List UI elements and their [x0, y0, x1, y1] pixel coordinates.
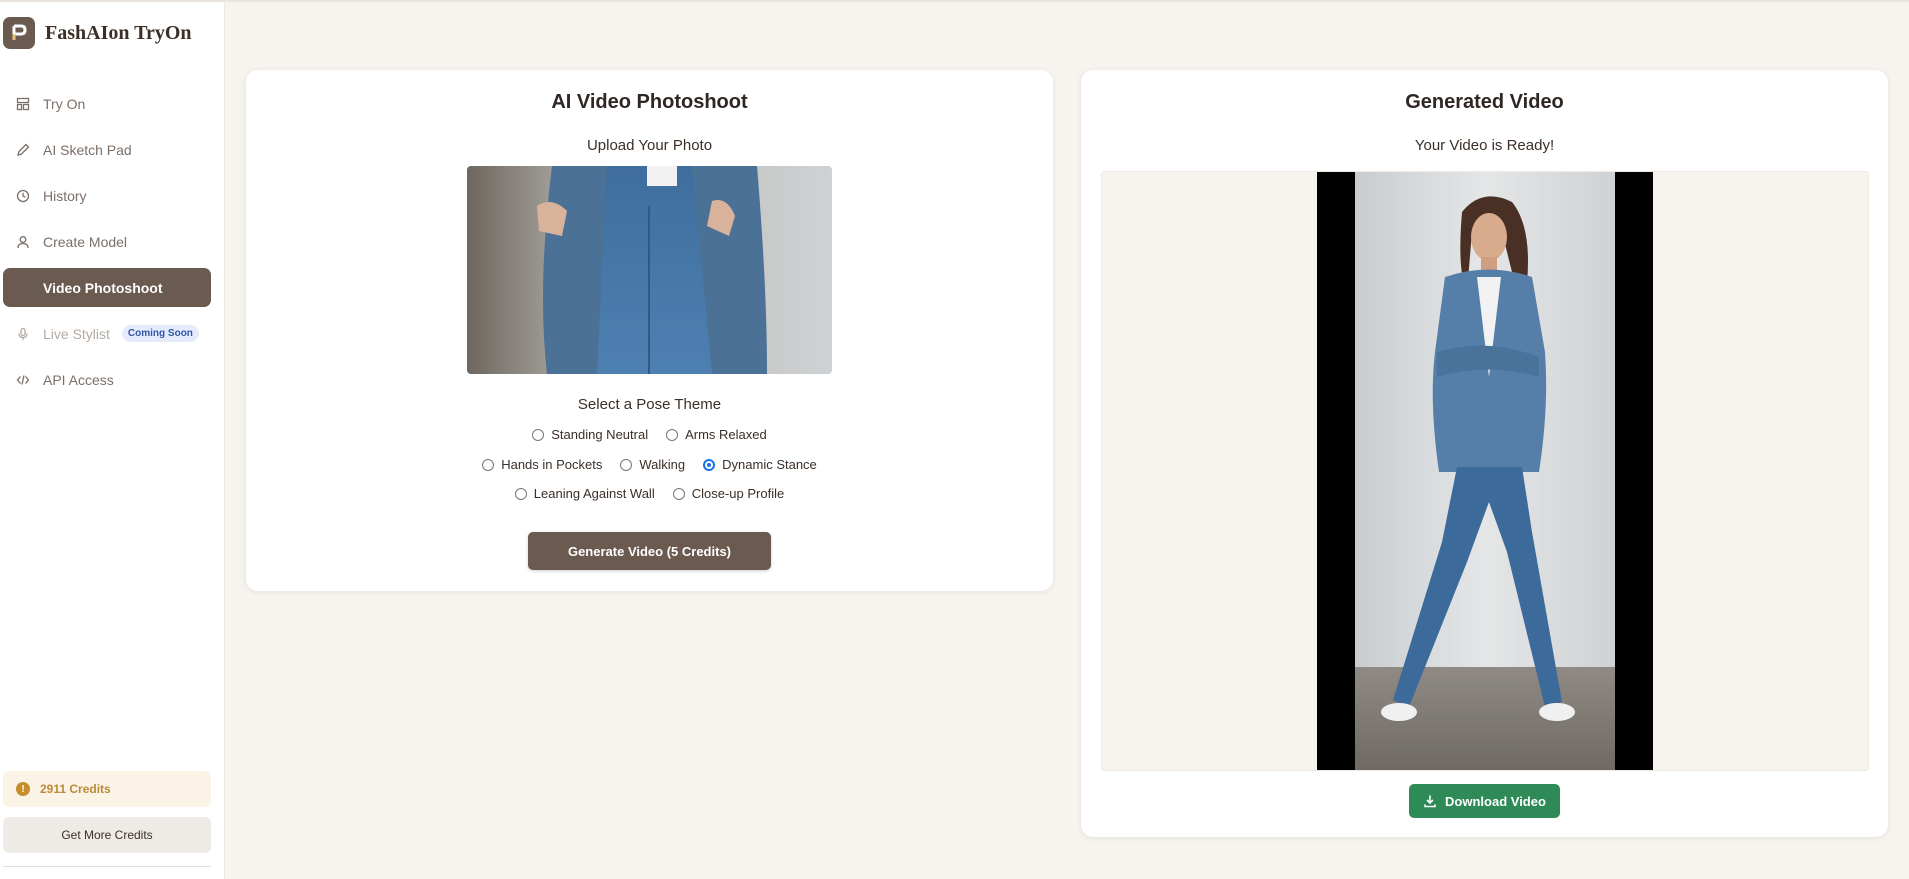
mic-icon [15, 326, 31, 342]
pose-option-leaning-against-wall[interactable]: Leaning Against Wall [514, 486, 655, 501]
sidebar-item-video-photoshoot[interactable]: Video Photoshoot [3, 268, 211, 307]
pose-label: Arms Relaxed [685, 427, 767, 442]
generated-video-card: Generated Video Your Video is Ready! Dow… [1081, 70, 1888, 837]
sidebar: FashAIon TryOn Try On AI Sketch Pad Hist… [0, 2, 225, 879]
radio-button[interactable] [666, 428, 679, 441]
radio-button[interactable] [620, 458, 633, 471]
pose-option-arms-relaxed[interactable]: Arms Relaxed [666, 427, 767, 442]
upload-label: Upload Your Photo [586, 137, 713, 154]
sidebar-item-label: Live Stylist [43, 325, 110, 342]
sidebar-item-api-access[interactable]: API Access [3, 360, 211, 399]
sidebar-item-label: API Access [43, 371, 114, 388]
sidebar-item-create-model[interactable]: Create Model [3, 222, 211, 261]
get-more-credits-button[interactable]: Get More Credits [3, 817, 211, 853]
pose-option-standing-neutral[interactable]: Standing Neutral [532, 427, 648, 442]
sidebar-item-label: AI Sketch Pad [43, 141, 132, 158]
pose-option-walking[interactable]: Walking [620, 457, 685, 472]
radio-button[interactable] [532, 428, 545, 441]
generate-video-button[interactable]: Generate Video (5 Credits) [528, 532, 771, 570]
pose-option-dynamic-stance[interactable]: Dynamic Stance [703, 457, 817, 472]
video-photoshoot-card: AI Video Photoshoot Upload Your Photo Se… [246, 70, 1053, 591]
sidebar-item-label: Try On [43, 95, 86, 112]
download-video-button[interactable]: Download Video [1409, 784, 1560, 818]
coming-soon-badge: Coming Soon [121, 325, 199, 342]
sidebar-item-label: History [43, 187, 87, 204]
user-icon [15, 234, 31, 250]
pose-label: Walking [639, 457, 686, 472]
card-title: Generated Video [1405, 91, 1564, 113]
pose-label: Hands in Pockets [501, 457, 603, 472]
sidebar-item-live-stylist[interactable]: Live Stylist Coming Soon [3, 314, 211, 353]
pose-label: Leaning Against Wall [533, 486, 655, 501]
sidebar-nav: Try On AI Sketch Pad History Create Mode… [3, 84, 211, 406]
credits-display: ! 2911 Credits [3, 771, 211, 807]
radio-button-selected[interactable] [703, 458, 716, 471]
download-label: Download Video [1445, 793, 1546, 809]
layout-icon [15, 96, 31, 112]
video-icon [15, 280, 31, 296]
video-player-frame [1101, 171, 1869, 771]
pose-options-row: Standing Neutral Arms Relaxed [246, 427, 1053, 442]
sidebar-item-history[interactable]: History [3, 176, 211, 215]
sidebar-item-try-on[interactable]: Try On [3, 84, 211, 123]
download-icon [1423, 794, 1437, 808]
radio-button[interactable] [514, 487, 527, 500]
pose-options-row: Leaning Against Wall Close-up Profile [246, 486, 1053, 501]
top-border [0, 0, 1909, 2]
info-icon: ! [16, 782, 30, 796]
pose-theme-label: Select a Pose Theme [577, 396, 722, 413]
sidebar-item-ai-sketch-pad[interactable]: AI Sketch Pad [3, 130, 211, 169]
divider [3, 866, 211, 867]
radio-button[interactable] [672, 487, 685, 500]
pose-options-row: Hands in Pockets Walking Dynamic Stance [246, 457, 1053, 472]
pencil-icon [15, 142, 31, 158]
pose-label: Dynamic Stance [722, 457, 817, 472]
pose-option-hands-in-pockets[interactable]: Hands in Pockets [482, 457, 602, 472]
app-name: FashAIon TryOn [45, 21, 192, 44]
credits-count: 2911 Credits [40, 782, 111, 796]
pose-label: Close-up Profile [691, 486, 785, 501]
uploaded-photo[interactable] [467, 166, 832, 374]
sidebar-item-label: Video Photoshoot [43, 279, 163, 296]
brand[interactable]: FashAIon TryOn [3, 17, 192, 49]
pose-option-close-up-profile[interactable]: Close-up Profile [672, 486, 785, 501]
card-title: AI Video Photoshoot [551, 91, 748, 113]
pose-label: Standing Neutral [551, 427, 649, 442]
video-player[interactable] [1317, 172, 1653, 770]
video-status: Your Video is Ready! [1414, 137, 1555, 154]
clock-icon [15, 188, 31, 204]
sidebar-item-label: Create Model [43, 233, 128, 250]
app-logo-icon [3, 17, 35, 49]
code-icon [15, 372, 31, 388]
radio-button[interactable] [482, 458, 495, 471]
